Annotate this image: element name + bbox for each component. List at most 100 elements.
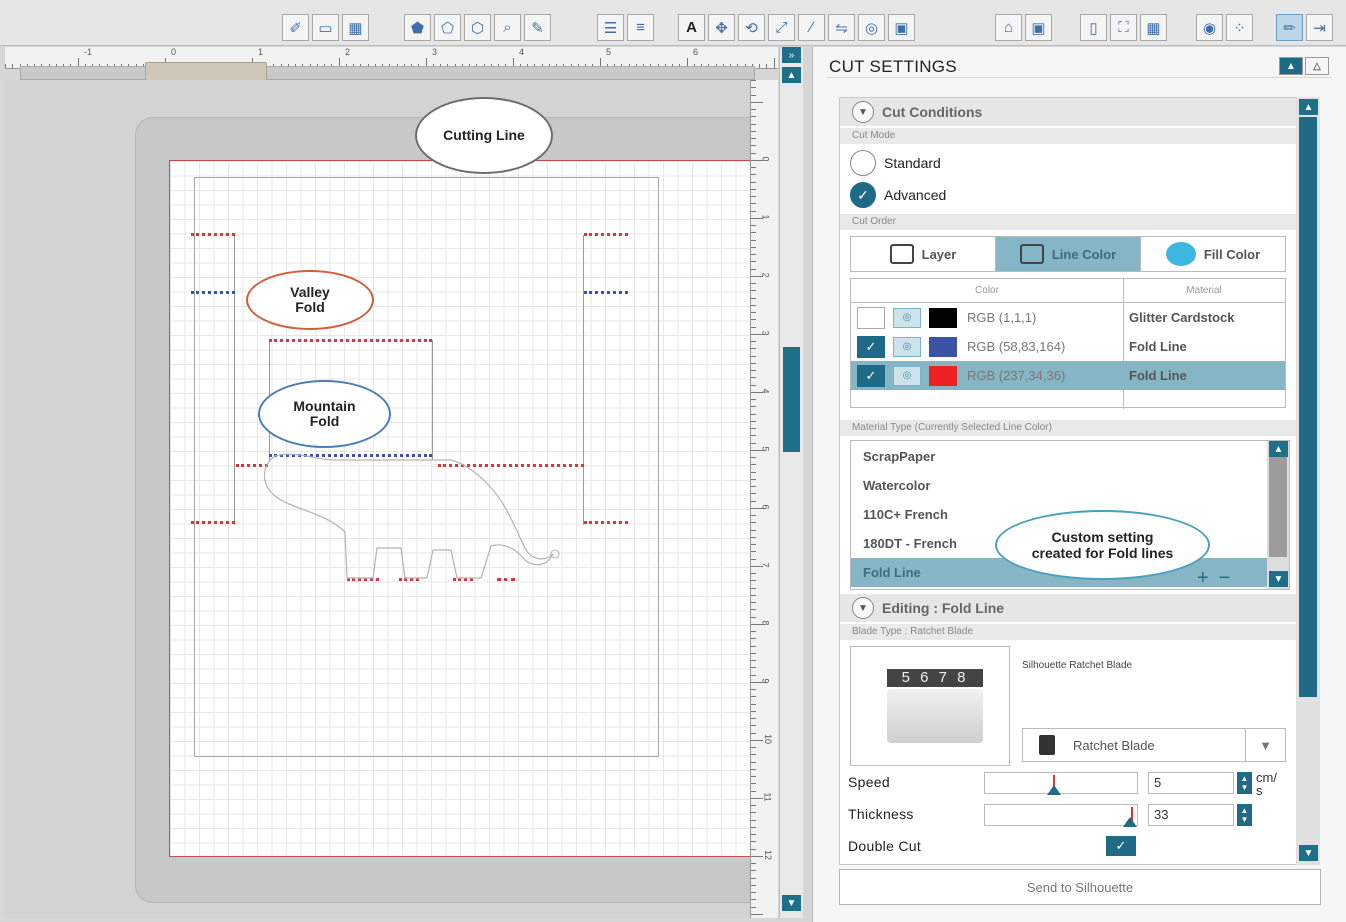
cut-settings-panel: CUT SETTINGS ▲ △ ▼ Cut Conditions Cut Mo…	[812, 47, 1346, 922]
shape-edit-icon[interactable]: ✎	[524, 14, 551, 41]
material-item[interactable]: Watercolor	[851, 471, 1267, 500]
speed-slider-knob[interactable]	[1047, 785, 1061, 795]
panel-scrollbar[interactable]: ▲ ▼	[1296, 97, 1320, 865]
shape-outline-icon[interactable]: ⬡	[464, 14, 491, 41]
eye-icon[interactable]: ◎	[893, 336, 921, 357]
vruler-tick	[751, 457, 756, 458]
panel-expand-icon[interactable]: »	[782, 47, 801, 63]
tab-line-color[interactable]: Line Color	[996, 237, 1141, 271]
vruler-tick	[751, 406, 756, 408]
material-list-scrollbar[interactable]: ▲ ▼	[1267, 441, 1289, 589]
scale-icon[interactable]: ⤢	[768, 14, 795, 41]
mode-standard-option[interactable]: Standard	[850, 150, 941, 176]
table-row[interactable]: ◎ RGB (1,1,1) Glitter Cardstock	[851, 303, 1285, 332]
offset-icon[interactable]: ◎	[858, 14, 885, 41]
vruler-tick	[751, 493, 756, 495]
tab-layer[interactable]: Layer	[851, 237, 996, 271]
trace-icon[interactable]: ▣	[888, 14, 915, 41]
editing-header[interactable]: ▼ Editing : Fold Line	[840, 594, 1308, 622]
double-cut-checkbox[interactable]: ✓	[1106, 836, 1136, 856]
send-icon[interactable]: ⇥	[1306, 14, 1333, 41]
page-icon[interactable]: ▯	[1080, 14, 1107, 41]
store-icon[interactable]: ▣	[1025, 14, 1052, 41]
grid-view-icon[interactable]: ▦	[342, 14, 369, 41]
mode-advanced-radio[interactable]: ✓	[850, 182, 876, 208]
mode-standard-label: Standard	[884, 155, 941, 171]
panel-scroll-down-icon[interactable]: ▼	[1299, 845, 1318, 861]
row-checkbox[interactable]	[857, 306, 885, 329]
material-item[interactable]: ScrapPaper	[851, 442, 1267, 471]
rgb-value: RGB (1,1,1)	[967, 310, 1037, 325]
rgb-value: RGB (237,34,36)	[967, 368, 1066, 383]
speed-input[interactable]: 5	[1148, 772, 1234, 794]
speed-slider[interactable]	[984, 772, 1138, 795]
shape-search-icon[interactable]: ⌕	[494, 14, 521, 41]
add-material-icon[interactable]: +	[1197, 567, 1209, 589]
ruler-number: 6	[693, 47, 699, 57]
move-icon[interactable]: ✥	[708, 14, 735, 41]
cut-conditions-header[interactable]: ▼ Cut Conditions	[840, 98, 1308, 126]
canvas-scroll-thumb[interactable]	[783, 347, 800, 452]
toolbar-group-shapes: ⬟ ⬠ ⬡ ⌕ ✎	[404, 14, 551, 42]
cut-order-tabs: Layer Line Color Fill Color	[850, 236, 1286, 272]
library-icon[interactable]: ⌂	[995, 14, 1022, 41]
material-scroll-thumb[interactable]	[1269, 457, 1287, 557]
material-scroll-up-icon[interactable]: ▲	[1269, 441, 1288, 457]
dots-icon[interactable]: ⁘	[1226, 14, 1253, 41]
panel-scroll-thumb[interactable]	[1299, 117, 1317, 697]
line-type-icon[interactable]: ≡	[627, 14, 654, 41]
table-row[interactable]: ✓ ◎ RGB (237,34,36) Fold Line	[851, 361, 1285, 390]
tab-fill-color[interactable]: Fill Color	[1141, 237, 1285, 271]
row-checkbox[interactable]: ✓	[857, 364, 885, 387]
clean-tool-icon[interactable]: ✐	[282, 14, 309, 41]
thickness-slider-knob[interactable]	[1123, 817, 1137, 827]
mirror-icon[interactable]: ⇋	[828, 14, 855, 41]
canvas-scrollbar[interactable]: » ▲ ▼	[779, 47, 803, 918]
vruler-tick	[751, 544, 756, 545]
mode-advanced-option[interactable]: ✓ Advanced	[850, 182, 946, 208]
vruler-tick	[751, 638, 756, 640]
scroll-down-arrow-icon[interactable]: ▼	[782, 895, 801, 911]
table-icon[interactable]: ▦	[1140, 14, 1167, 41]
thickness-stepper[interactable]: ▲ ▼	[1237, 804, 1252, 826]
text-tool-icon[interactable]: A	[678, 14, 705, 41]
polygon-icon[interactable]: ⬠	[434, 14, 461, 41]
vruler-tick	[751, 616, 756, 618]
rotate-icon[interactable]: ⟲	[738, 14, 765, 41]
chevron-down-icon[interactable]: ▼	[1245, 729, 1285, 761]
remove-material-icon[interactable]: −	[1219, 567, 1231, 589]
send-to-silhouette-button[interactable]: Send to Silhouette	[839, 869, 1321, 905]
mode-standard-radio[interactable]	[850, 150, 876, 176]
panel-scroll-up-icon[interactable]: ▲	[1299, 99, 1318, 115]
vruler-tick	[751, 884, 756, 886]
vruler-number: 2	[760, 272, 771, 278]
knife-icon[interactable]: ∕	[798, 14, 825, 41]
table-row[interactable]: ✓ ◎ RGB (58,83,164) Fold Line	[851, 332, 1285, 361]
line-style-icon[interactable]: ☰	[597, 14, 624, 41]
fullscreen-icon[interactable]: ⛶	[1110, 14, 1137, 41]
blade-select[interactable]: Ratchet Blade ▼	[1022, 728, 1286, 762]
thickness-slider[interactable]	[984, 804, 1138, 827]
spiral-icon[interactable]: ◉	[1196, 14, 1223, 41]
design-canvas[interactable]: Cutting Line Valley Fold Mountain Fold	[5, 80, 778, 918]
vruler-tick	[751, 573, 756, 574]
vruler-tick	[751, 703, 756, 705]
panel-title: CUT SETTINGS	[829, 57, 957, 76]
vruler-tick	[751, 790, 756, 792]
speed-stepper[interactable]: ▲ ▼	[1237, 772, 1252, 794]
eye-icon[interactable]: ◎	[893, 365, 921, 386]
page-setup-icon[interactable]: ▭	[312, 14, 339, 41]
material-scroll-down-icon[interactable]: ▼	[1269, 571, 1288, 587]
cut-settings-icon[interactable]: ✏	[1276, 14, 1303, 41]
vruler-tick	[751, 413, 756, 415]
eye-icon[interactable]: ◎	[893, 307, 921, 328]
panel-dock-down-icon[interactable]: △	[1305, 57, 1329, 75]
pentagon-fill-icon[interactable]: ⬟	[404, 14, 431, 41]
scroll-up-arrow-icon[interactable]: ▲	[782, 67, 801, 83]
ruler-slider-track[interactable]	[20, 66, 755, 80]
thickness-input[interactable]: 33	[1148, 804, 1234, 826]
row-checkbox[interactable]: ✓	[857, 335, 885, 358]
blade-depth-readout: 5 6 7 8	[887, 669, 983, 687]
panel-dock-up-icon[interactable]: ▲	[1279, 57, 1303, 75]
tab-layer-label: Layer	[921, 246, 957, 262]
